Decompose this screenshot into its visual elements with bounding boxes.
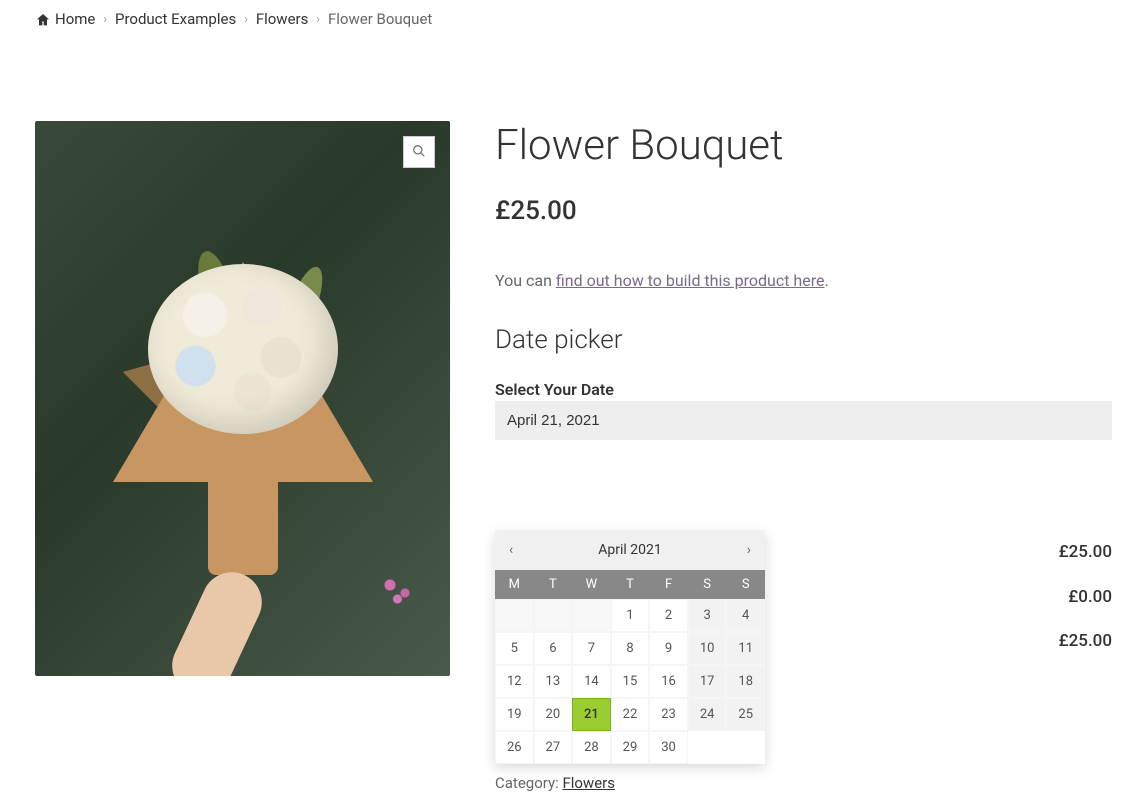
product-description: You can find out how to build this produ… — [495, 271, 1112, 290]
cal-day[interactable]: 16 — [649, 665, 688, 698]
product-meta: Category: Flowers — [495, 774, 1112, 792]
cal-day[interactable]: 23 — [649, 698, 688, 731]
search-icon — [412, 143, 426, 162]
cal-weekday: S — [688, 570, 727, 599]
cal-day[interactable]: 7 — [572, 632, 611, 665]
home-icon — [35, 12, 51, 28]
cal-day[interactable]: 15 — [611, 665, 650, 698]
breadcrumb: Home › Product Examples › Flowers › Flow… — [0, 0, 1147, 36]
cal-weekday: T — [611, 570, 650, 599]
product-price: £25.00 — [495, 196, 1112, 226]
cal-day[interactable]: 4 — [726, 599, 765, 632]
date-input[interactable] — [495, 401, 1112, 440]
breadcrumb-current: Flower Bouquet — [328, 10, 432, 28]
cal-day[interactable]: 20 — [534, 698, 573, 731]
cal-day[interactable]: 13 — [534, 665, 573, 698]
cal-day[interactable]: 28 — [572, 731, 611, 764]
cal-day-blank — [534, 599, 573, 632]
product-image[interactable] — [35, 121, 450, 676]
cal-day[interactable]: 6 — [534, 632, 573, 665]
cal-day[interactable]: 21 — [572, 698, 611, 731]
cal-day[interactable]: 18 — [726, 665, 765, 698]
cal-day[interactable]: 10 — [688, 632, 727, 665]
cal-weekday: M — [495, 570, 534, 599]
cal-day[interactable]: 2 — [649, 599, 688, 632]
cal-day[interactable]: 26 — [495, 731, 534, 764]
cal-day[interactable]: 9 — [649, 632, 688, 665]
cal-day[interactable]: 12 — [495, 665, 534, 698]
cal-day[interactable]: 14 — [572, 665, 611, 698]
cal-day[interactable]: 30 — [649, 731, 688, 764]
cal-day-blank — [495, 599, 534, 632]
chevron-left-icon: ‹ — [509, 542, 513, 558]
zoom-button[interactable] — [403, 136, 435, 168]
breadcrumb-flowers[interactable]: Flowers — [256, 10, 309, 28]
cal-day[interactable]: 25 — [726, 698, 765, 731]
cal-weekday: S — [726, 570, 765, 599]
cal-day[interactable]: 27 — [534, 731, 573, 764]
breadcrumb-home[interactable]: Home — [35, 10, 95, 28]
cal-weekday-row: MTWTFSS — [495, 570, 765, 599]
cal-day[interactable]: 1 — [611, 599, 650, 632]
cal-day[interactable]: 11 — [726, 632, 765, 665]
chevron-right-icon: › — [244, 12, 248, 26]
cal-days-grid: 1234567891011121314151617181920212223242… — [495, 599, 765, 764]
breadcrumb-product-examples[interactable]: Product Examples — [115, 10, 236, 28]
chevron-right-icon: › — [103, 12, 107, 26]
cal-next-button[interactable]: › — [743, 538, 755, 562]
cal-day[interactable]: 22 — [611, 698, 650, 731]
cal-day[interactable]: 29 — [611, 731, 650, 764]
cal-prev-button[interactable]: ‹ — [505, 538, 517, 562]
datepicker-heading: Date picker — [495, 325, 1112, 355]
cal-month-label: April 2021 — [598, 542, 662, 558]
cal-day[interactable]: 17 — [688, 665, 727, 698]
cal-weekday: T — [534, 570, 573, 599]
chevron-right-icon: › — [316, 12, 320, 26]
cal-weekday: W — [572, 570, 611, 599]
cal-day[interactable]: 5 — [495, 632, 534, 665]
build-product-link[interactable]: find out how to build this product here — [556, 271, 825, 290]
cal-day[interactable]: 3 — [688, 599, 727, 632]
date-label: Select Your Date — [495, 380, 1112, 399]
category-link[interactable]: Flowers — [562, 774, 615, 792]
calendar-popup: ‹ April 2021 › MTWTFSS 12345678910111213… — [495, 530, 765, 764]
cal-weekday: F — [649, 570, 688, 599]
product-title: Flower Bouquet — [495, 121, 1112, 171]
chevron-right-icon: › — [747, 542, 751, 558]
cal-day[interactable]: 24 — [688, 698, 727, 731]
cal-day[interactable]: 8 — [611, 632, 650, 665]
cal-day[interactable]: 19 — [495, 698, 534, 731]
cal-day-blank — [572, 599, 611, 632]
